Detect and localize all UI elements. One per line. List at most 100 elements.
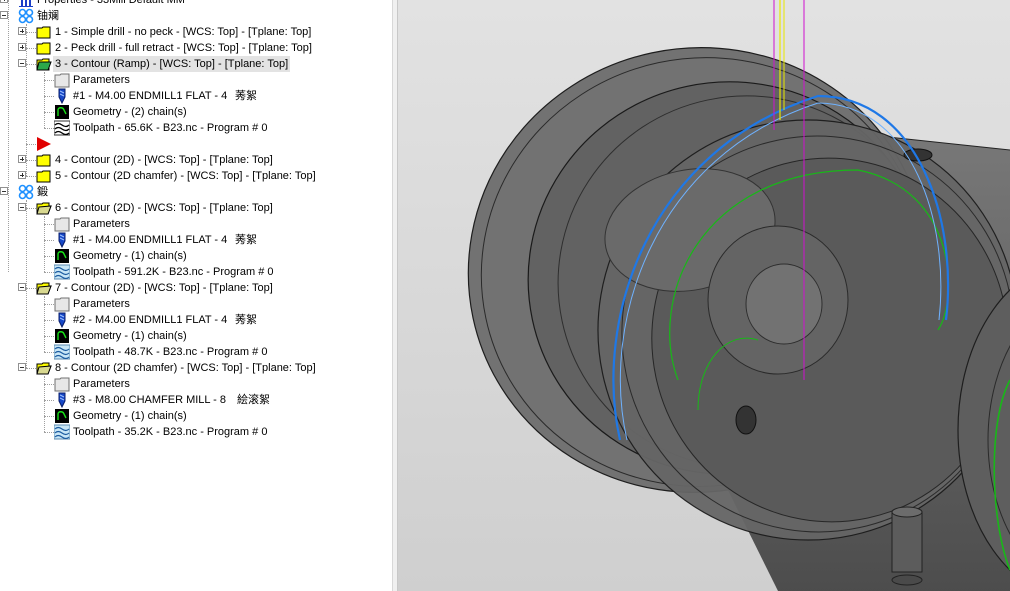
expand-toggle[interactable]	[18, 43, 26, 51]
tree-item-label: 5 - Contour (2D chamfer) - [WCS: Top] - …	[55, 170, 316, 182]
tree-item-label: Toolpath - 65.6K - B23.nc - Program # 0	[73, 122, 268, 134]
tree-item-label: Geometry - (1) chain(s)	[73, 330, 187, 342]
folder-open-icon	[36, 360, 52, 376]
graphics-viewport[interactable]	[398, 0, 1010, 591]
bolt-hole	[735, 405, 757, 435]
tree-item-label: 铀斓	[37, 10, 59, 22]
tree-operation-5[interactable]: 5 - Contour (2D chamfer) - [WCS: Top] - …	[0, 168, 392, 184]
tree-item-label: 4 - Contour (2D) - [WCS: Top] - [Tplane:…	[55, 154, 273, 166]
tree-item-label: Properties - 33Mill Default MM	[37, 0, 185, 6]
tree-item-properties[interactable]: Properties - 33Mill Default MM	[0, 0, 392, 8]
tree-item-label: Toolpath - 591.2K - B23.nc - Program # 0	[73, 266, 274, 278]
tree-group-2[interactable]: 鍛	[0, 184, 392, 200]
tree-operation-3[interactable]: 3 - Contour (Ramp) - [WCS: Top] - [Tplan…	[0, 56, 392, 72]
tree-item-parameters[interactable]: Parameters	[0, 216, 392, 232]
tree-item-label: Parameters	[73, 218, 130, 230]
tree-operation-6[interactable]: 6 - Contour (2D) - [WCS: Top] - [Tplane:…	[0, 200, 392, 216]
tree-item-parameters[interactable]: Parameters	[0, 72, 392, 88]
tree-connector-line	[26, 24, 27, 176]
tree-item-label: #1 - M4.00 ENDMILL1 FLAT - 4	[73, 90, 228, 102]
tree-item-label: Parameters	[73, 378, 130, 390]
tree-item-tool[interactable]: #3 - M8.00 CHAMFER MILL - 8 絵滚絮	[0, 392, 392, 409]
geometry-icon	[54, 328, 70, 344]
tree-connector-line	[44, 72, 45, 128]
tree-item-geometry[interactable]: Geometry - (1) chain(s)	[0, 248, 392, 264]
expand-toggle[interactable]	[18, 27, 26, 35]
operation-group-icon	[18, 8, 34, 24]
tree-item-label: 1 - Simple drill - no peck - [WCS: Top] …	[55, 26, 312, 38]
tree-item-label: #2 - M4.00 ENDMILL1 FLAT - 4	[73, 314, 228, 326]
toolpath-icon	[53, 120, 71, 136]
insert-arrow-icon	[36, 136, 52, 152]
geometry-icon	[54, 408, 70, 424]
tree-item-label: Parameters	[73, 74, 130, 86]
tree-item-label: 2 - Peck drill - full retract - [WCS: To…	[55, 42, 312, 54]
tree-item-geometry[interactable]: Geometry - (1) chain(s)	[0, 328, 392, 344]
geometry-icon	[54, 248, 70, 264]
tree-connector-line	[8, 0, 9, 272]
insert-arrow-row[interactable]	[0, 136, 392, 152]
expand-toggle[interactable]	[18, 155, 26, 163]
tree-item-toolpath[interactable]: Toolpath - 65.6K - B23.nc - Program # 0	[0, 120, 392, 136]
tree-connector-line	[44, 216, 45, 272]
tree-group-1[interactable]: 铀斓	[0, 8, 392, 24]
tool-comment-label: 莠絮	[235, 234, 257, 246]
expand-toggle[interactable]	[0, 0, 8, 3]
folder-icon	[36, 152, 52, 168]
collapse-toggle[interactable]	[18, 59, 26, 67]
tool-comment-label: 莠絮	[235, 314, 257, 326]
geometry-icon	[54, 104, 70, 120]
properties-icon	[18, 0, 34, 8]
tree-item-tool[interactable]: #1 - M4.00 ENDMILL1 FLAT - 4 莠絮	[0, 232, 392, 249]
tree-item-geometry[interactable]: Geometry - (2) chain(s)	[0, 104, 392, 120]
tree-item-label: #1 - M4.00 ENDMILL1 FLAT - 4	[73, 234, 228, 246]
part-3d-view	[398, 0, 1010, 591]
tree-item-label: Geometry - (1) chain(s)	[73, 410, 187, 422]
tree-item-parameters[interactable]: Parameters	[0, 296, 392, 312]
tree-item-toolpath[interactable]: Toolpath - 35.2K - B23.nc - Program # 0	[0, 424, 392, 440]
folder-open-icon	[36, 200, 52, 216]
tree-operation-7[interactable]: 7 - Contour (2D) - [WCS: Top] - [Tplane:…	[0, 280, 392, 296]
parameters-folder-icon	[54, 72, 70, 88]
tree-connector-line	[44, 376, 45, 432]
collapse-toggle[interactable]	[0, 187, 8, 195]
tree-item-toolpath[interactable]: Toolpath - 591.2K - B23.nc - Program # 0	[0, 264, 392, 280]
collapse-toggle[interactable]	[18, 203, 26, 211]
operations-manager-tree[interactable]: Properties - 33Mill Default MM 铀斓 1 - Simp…	[0, 0, 392, 591]
tree-item-label: #3 - M8.00 CHAMFER MILL - 8	[73, 394, 227, 406]
expand-toggle[interactable]	[18, 171, 26, 179]
collapse-toggle[interactable]	[0, 11, 8, 19]
folder-icon	[36, 40, 52, 56]
parameters-folder-icon	[54, 216, 70, 232]
tree-item-label: 3 - Contour (Ramp) - [WCS: Top] - [Tplan…	[53, 56, 291, 72]
collapse-toggle[interactable]	[18, 283, 26, 291]
tool-icon	[54, 392, 70, 409]
tree-item-geometry[interactable]: Geometry - (1) chain(s)	[0, 408, 392, 424]
tree-item-label: Toolpath - 35.2K - B23.nc - Program # 0	[73, 426, 268, 438]
tree-item-parameters[interactable]: Parameters	[0, 376, 392, 392]
tool-comment-label: 絵滚絮	[237, 394, 270, 406]
tool-icon	[54, 88, 70, 105]
tree-item-label: Geometry - (1) chain(s)	[73, 250, 187, 262]
toolpath-icon	[53, 344, 71, 360]
toolpath-icon	[53, 424, 71, 440]
tree-item-label: 鍛	[37, 186, 48, 198]
folder-icon	[36, 24, 52, 40]
tree-operation-1[interactable]: 1 - Simple drill - no peck - [WCS: Top] …	[0, 24, 392, 40]
tool-icon	[54, 232, 70, 249]
tree-connector-line	[26, 200, 27, 368]
tree-item-label: 8 - Contour (2D chamfer) - [WCS: Top] - …	[55, 362, 316, 374]
folder-open-icon	[36, 56, 52, 72]
operation-group-icon	[18, 184, 34, 200]
tree-item-tool[interactable]: #2 - M4.00 ENDMILL1 FLAT - 4 莠絮	[0, 312, 392, 329]
collapse-toggle[interactable]	[18, 363, 26, 371]
tree-operation-8[interactable]: 8 - Contour (2D chamfer) - [WCS: Top] - …	[0, 360, 392, 376]
tree-item-toolpath[interactable]: Toolpath - 48.7K - B23.nc - Program # 0	[0, 344, 392, 360]
tree-item-tool[interactable]: #1 - M4.00 ENDMILL1 FLAT - 4 莠絮	[0, 88, 392, 105]
tree-item-label: Parameters	[73, 298, 130, 310]
tree-item-label: 6 - Contour (2D) - [WCS: Top] - [Tplane:…	[55, 202, 273, 214]
tree-connector-line	[44, 296, 45, 352]
tree-operation-2[interactable]: 2 - Peck drill - full retract - [WCS: To…	[0, 40, 392, 56]
tree-operation-4[interactable]: 4 - Contour (2D) - [WCS: Top] - [Tplane:…	[0, 152, 392, 168]
tree-item-label: 7 - Contour (2D) - [WCS: Top] - [Tplane:…	[55, 282, 273, 294]
